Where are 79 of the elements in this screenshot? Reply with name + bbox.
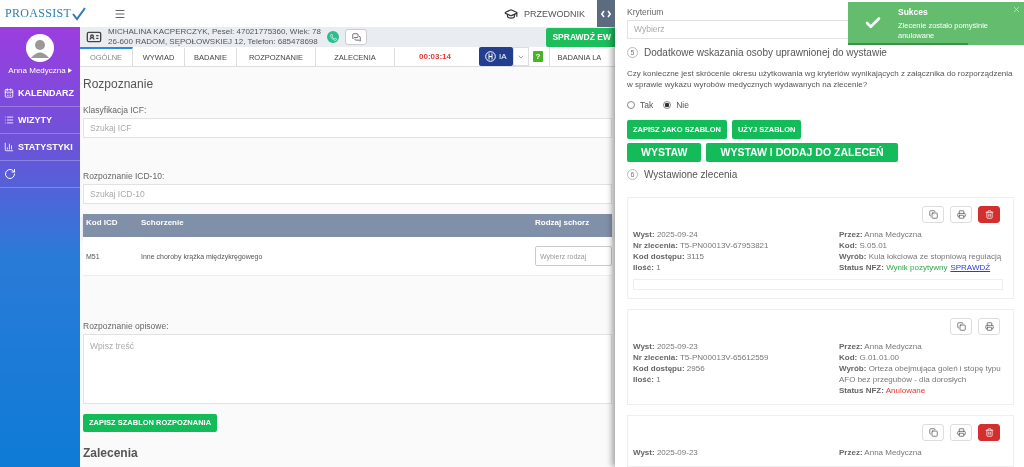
order-field: Wyst: 2025-09-23 <box>633 341 839 352</box>
radio-button[interactable] <box>627 100 635 109</box>
id-card-icon <box>86 29 102 45</box>
guide-link[interactable]: PRZEWODNIK <box>524 8 585 19</box>
search-field[interactable]: Szukaj ICF <box>83 118 612 138</box>
copy-button[interactable] <box>922 424 944 441</box>
print-button[interactable] <box>950 424 972 441</box>
chat-icon <box>351 32 361 42</box>
menu-icon[interactable] <box>114 7 127 20</box>
order-field: Nr zlecenia: T5-PN00013V-67953821 <box>633 240 839 251</box>
column-header: Rodzaj schorz <box>534 217 591 229</box>
order-field: Ilość: 1 <box>633 374 839 385</box>
field-label: Kryterium <box>627 7 664 17</box>
timer: 00:03:14 <box>418 51 452 63</box>
circle-logo-icon <box>485 51 496 62</box>
column-header: Schorzenie <box>140 217 185 229</box>
checkmark-logo-icon <box>72 7 87 21</box>
check-link[interactable]: SPRAWDŹ <box>950 263 991 272</box>
order-field: Wyrób: Orteza obejmująca goleń i stopę typu AFO bez przegubów - dla dorosłych <box>839 363 1003 385</box>
print-button[interactable] <box>950 206 972 223</box>
order-field: Nr zlecenia: T5-PN00013V-65612559 <box>633 352 839 363</box>
calendar-icon <box>4 88 14 98</box>
close-icon <box>1012 5 1021 14</box>
radio-label[interactable]: Tak <box>640 99 654 110</box>
delete-button[interactable] <box>978 206 1000 223</box>
order-field: Przez: Anna Medyczna <box>839 229 1003 240</box>
order-field: Kod dostępu: 2956 <box>633 363 839 374</box>
section-title: Zalecenia <box>83 445 139 460</box>
step-title: Dodatkowe wskazania osoby uprawnionej do wystawie <box>644 46 887 58</box>
phone-handset-icon <box>329 33 337 41</box>
radio-button[interactable] <box>663 100 672 109</box>
field-label: Klasyfikacja ICF: <box>83 105 147 115</box>
phone-icon[interactable] <box>327 31 339 43</box>
field-label: Rozpoznanie ICD-10: <box>83 171 165 181</box>
delete-button[interactable] <box>978 424 1000 441</box>
print-button[interactable] <box>978 318 1000 335</box>
order-field: Ilość: 1 <box>633 262 839 273</box>
order-field: Wyst: 2025-09-23 <box>633 447 839 458</box>
bar-chart-icon <box>4 142 14 152</box>
trash-icon <box>984 210 994 219</box>
column-header: Kod ICD <box>85 217 119 229</box>
panel-toggle-button[interactable] <box>597 0 615 27</box>
radio-label[interactable]: Nie <box>676 99 689 110</box>
copy-icon <box>928 428 938 437</box>
order-field: Przez: Anna Medyczna <box>839 341 1003 352</box>
printer-icon <box>956 428 966 437</box>
circular-arrow-icon[interactable] <box>4 168 16 180</box>
copy-icon <box>928 210 938 219</box>
printer-icon <box>984 322 994 331</box>
question-text: Czy konieczne jest skrócenie okresu użytkowania wg kryteriów wynikających z załącznika do rozporządzenia w sprawie wykazu wyrobów medycznych wydawanych na zlecenie? <box>627 67 1014 90</box>
ai-button[interactable]: IA <box>479 47 513 66</box>
copy-button[interactable] <box>950 318 972 335</box>
copy-button[interactable] <box>922 206 944 223</box>
status-field: Status NFZ: Anulowane <box>839 385 926 396</box>
chevrons-icon <box>601 9 611 18</box>
order-field: Wyrób: Kula łokciowa ze stopniową regulacją <box>839 251 1003 262</box>
graduation-cap-icon <box>504 6 518 21</box>
description-field[interactable]: Wpisz treść <box>83 334 612 404</box>
order-field: Kod: G.01.01.00 <box>839 352 1003 363</box>
status-field: Status NFZ: Wynik pozytywny <box>839 262 948 273</box>
step-title: Wystawione zlecenia <box>644 168 738 180</box>
logo-text: PROASSIST <box>5 6 72 21</box>
field-label: Rozpoznanie opisowe: <box>83 321 169 331</box>
toast-title: Sukces <box>898 7 929 17</box>
chat-button[interactable] <box>345 29 367 45</box>
search-field[interactable]: Szukaj ICD-10 <box>83 184 612 204</box>
caret-icon <box>67 68 72 73</box>
order-field: Kod: S.05.01 <box>839 240 1003 251</box>
trash-icon <box>984 428 994 437</box>
order-field: Przez: Anna Medyczna <box>839 447 1003 458</box>
list-icon <box>4 115 14 125</box>
avatar-icon <box>26 34 54 62</box>
copy-icon <box>956 322 966 331</box>
printer-icon <box>956 210 966 219</box>
order-field: Wyst: 2025-09-24 <box>633 229 839 240</box>
patient-info: MICHALINA KACPERCZYK, Pesel: 47021775360, Wiek: 78 26-600 RADOM, SĘPOŁOWSKIEJ 12, Telefon: 685478698 <box>108 27 321 47</box>
section-title: Rozpoznanie <box>83 77 155 91</box>
user-name[interactable]: Anna Medyczna <box>8 66 66 75</box>
order-field: Kod dostępu: 3115 <box>633 251 839 262</box>
